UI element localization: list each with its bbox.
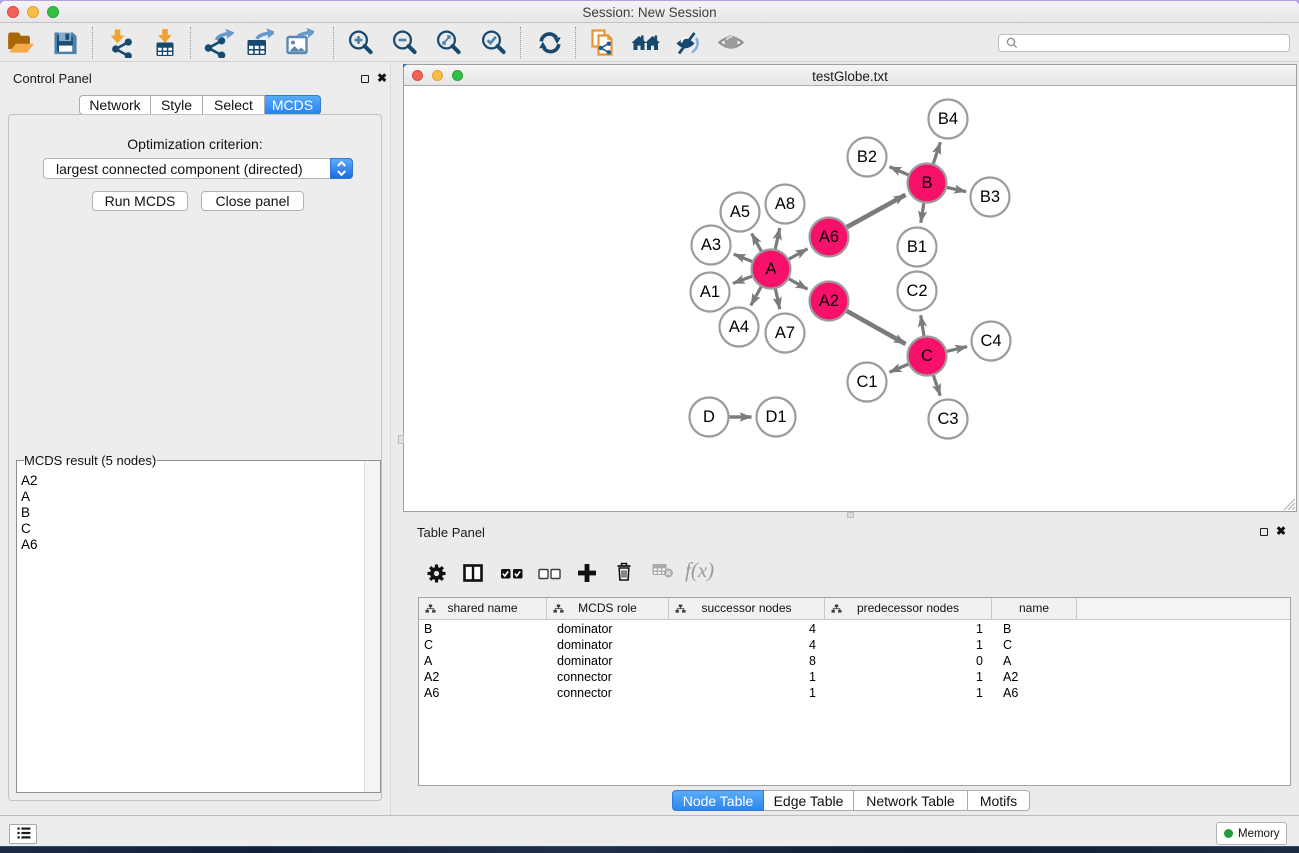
svg-text:B: B (921, 174, 932, 192)
svg-text:C4: C4 (980, 332, 1001, 350)
svg-text:B2: B2 (857, 148, 877, 166)
svg-text:A: A (765, 260, 776, 278)
svg-text:B4: B4 (938, 110, 958, 128)
svg-text:C1: C1 (856, 373, 877, 391)
svg-text:A5: A5 (730, 203, 750, 221)
svg-text:D1: D1 (765, 408, 786, 426)
svg-text:A8: A8 (775, 195, 795, 213)
svg-text:C: C (921, 347, 933, 365)
svg-text:A1: A1 (700, 283, 720, 301)
svg-text:A2: A2 (819, 292, 839, 310)
svg-text:C2: C2 (906, 282, 927, 300)
svg-text:A3: A3 (701, 236, 721, 254)
svg-text:A7: A7 (775, 324, 795, 342)
svg-text:B3: B3 (980, 188, 1000, 206)
svg-text:A6: A6 (819, 228, 839, 246)
svg-text:A4: A4 (729, 318, 749, 336)
svg-text:B1: B1 (907, 238, 927, 256)
svg-text:C3: C3 (937, 410, 958, 428)
svg-text:D: D (703, 408, 715, 426)
